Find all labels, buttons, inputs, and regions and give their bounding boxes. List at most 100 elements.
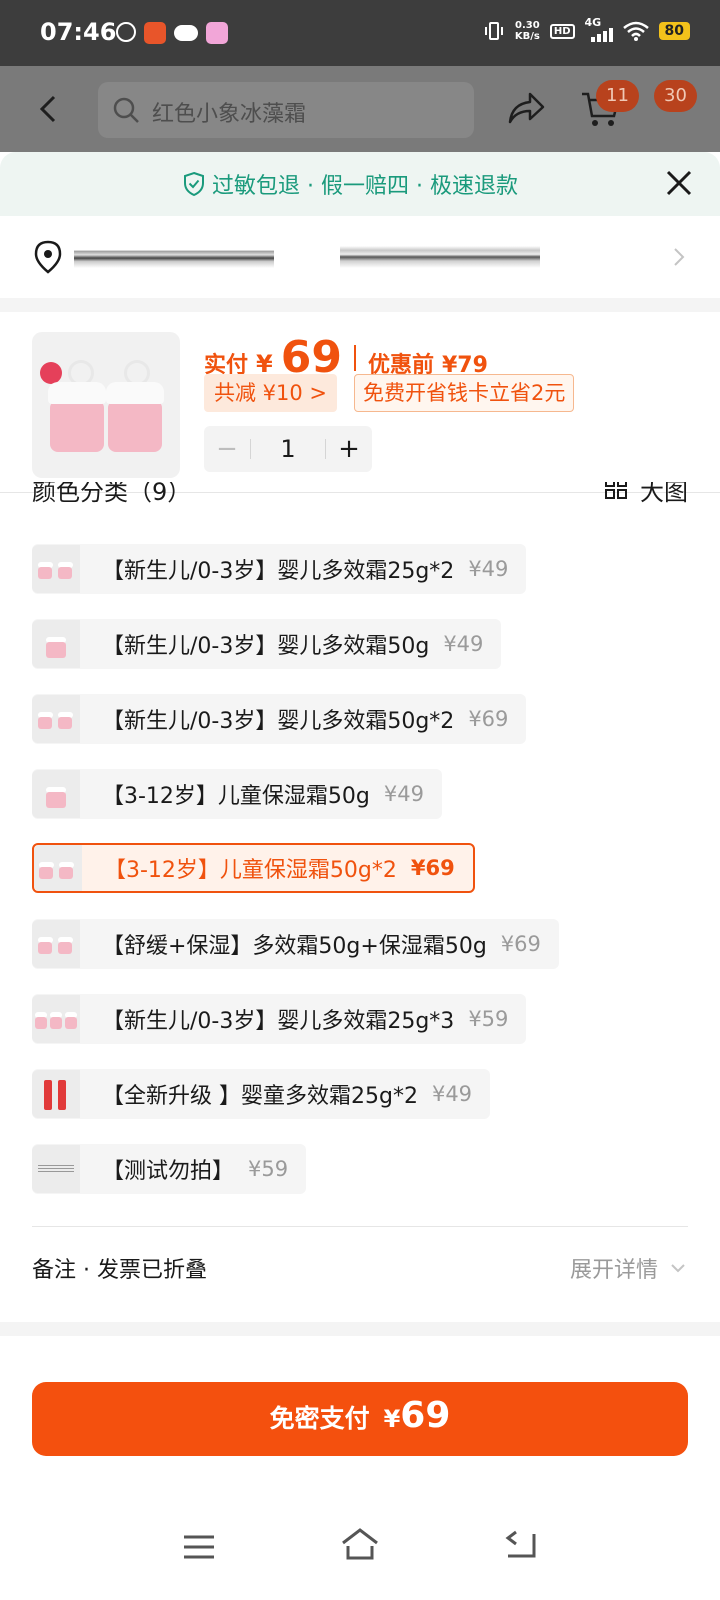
- variant-option[interactable]: 【新生儿/0-3岁】婴儿多效霜25g*3 ¥59: [32, 994, 527, 1044]
- variant-label: 【全新升级 】婴童多效霜25g*2: [102, 1084, 418, 1109]
- thumb-jar: [59, 867, 73, 879]
- search-input[interactable]: 红色小象冰藻霜: [98, 82, 474, 138]
- variant-option[interactable]: 【新生儿/0-3岁】婴儿多效霜50g ¥49: [32, 619, 502, 669]
- discount-chip[interactable]: 共减 ¥10 >: [204, 374, 338, 412]
- variant-price: ¥49: [431, 1082, 473, 1106]
- vibrate-icon: [484, 22, 503, 40]
- location-pin-icon: [34, 240, 62, 274]
- app-notification-icon: [206, 22, 228, 44]
- variant-option-selected[interactable]: 【3-12岁】儿童保湿霜50g*2 ¥69: [32, 843, 475, 893]
- home-icon[interactable]: [340, 1526, 380, 1562]
- variant-option[interactable]: 【新生儿/0-3岁】婴儿多效霜25g*2 ¥49: [32, 544, 527, 594]
- network-speed-unit: KB/s: [514, 31, 540, 42]
- chevron-down-icon: [671, 1264, 685, 1273]
- thumb-jar: [39, 867, 53, 879]
- variant-thumbnail: [32, 1145, 80, 1193]
- variant-price: ¥49: [468, 557, 509, 581]
- variant-option[interactable]: 【全新升级 】婴童多效霜25g*2 ¥49: [32, 1069, 491, 1119]
- thumb-tube: [58, 1080, 66, 1110]
- variant-label: 【测试勿拍】: [102, 1159, 235, 1184]
- variant-thumbnail: [32, 695, 80, 743]
- section-divider: [0, 298, 720, 312]
- thumb-jar: [35, 1017, 47, 1029]
- variant-label: 【3-12岁】儿童保湿霜50g*2: [104, 858, 397, 883]
- quantity-value[interactable]: 1: [251, 435, 325, 463]
- status-time: 07:46: [40, 18, 117, 46]
- shield-check-icon: [184, 171, 204, 197]
- cloud-icon: [174, 25, 198, 41]
- back-icon[interactable]: [504, 1528, 538, 1560]
- variant-price: ¥69: [500, 932, 541, 956]
- thumb-jar: [50, 1017, 62, 1029]
- thumb-jar: [46, 792, 66, 808]
- variant-price: ¥59: [248, 1157, 289, 1181]
- variant-label: 【舒缓+保湿】多效霜50g+保湿霜50g: [102, 934, 487, 959]
- battery-indicator: 80: [658, 22, 690, 40]
- share-icon[interactable]: [506, 90, 546, 126]
- app-notification-icon: [144, 22, 166, 44]
- order-sheet: 过敏包退 · 假一赔四 · 极速退款 实付 ¥ 69 优惠前 ¥79 共减 ¥1: [0, 152, 720, 1600]
- variant-label: 【新生儿/0-3岁】婴儿多效霜50g*2: [102, 709, 455, 734]
- close-icon[interactable]: [664, 168, 694, 198]
- search-text: 红色小象冰藻霜: [152, 102, 307, 127]
- variant-thumbnail: [32, 995, 80, 1043]
- variant-option[interactable]: 【舒缓+保湿】多效霜50g+保湿霜50g ¥69: [32, 919, 559, 969]
- variant-label: 【新生儿/0-3岁】婴儿多效霜25g*3: [102, 1009, 455, 1034]
- variant-option[interactable]: 【新生儿/0-3岁】婴儿多效霜50g*2 ¥69: [32, 694, 527, 744]
- guarantee-text: 过敏包退 · 假一赔四 · 极速退款: [212, 174, 518, 199]
- chevron-right-icon: [674, 248, 685, 266]
- variant-price: ¥49: [383, 782, 424, 806]
- signal-icon: 4G: [585, 16, 613, 42]
- status-notification-icons: [116, 22, 228, 44]
- guarantee-content: 过敏包退 · 假一赔四 · 极速退款: [182, 168, 518, 200]
- variant-price: ¥59: [468, 1007, 509, 1031]
- wifi-icon: [622, 21, 649, 41]
- increase-button[interactable]: +: [326, 434, 372, 464]
- guarantee-banner: 过敏包退 · 假一赔四 · 极速退款: [0, 152, 720, 216]
- note-divider: [32, 1226, 688, 1227]
- thumb-jar: [65, 1017, 77, 1029]
- variant-label: 【3-12岁】儿童保湿霜50g: [102, 784, 370, 809]
- note-label: 备注 · 发票已折叠: [32, 1258, 207, 1283]
- pay-button-label: 免密支付: [269, 1404, 370, 1433]
- expand-details-link[interactable]: 展开详情: [570, 1252, 658, 1284]
- footer-divider: [0, 1322, 720, 1336]
- variant-option[interactable]: 【测试勿拍】 ¥59: [32, 1144, 307, 1194]
- pay-button[interactable]: 免密支付 ¥ 69: [32, 1382, 688, 1456]
- big-view-label[interactable]: 大图: [640, 482, 688, 507]
- variant-thumbnail: [32, 920, 80, 968]
- jar: [50, 400, 104, 452]
- page-header-dimmed: 红色小象冰藻霜 11 30: [0, 66, 720, 152]
- variant-thumbnail: [32, 770, 80, 818]
- product-tag-icon: [40, 362, 62, 384]
- address-redacted: [340, 246, 540, 268]
- menu-icon[interactable]: [182, 1532, 216, 1562]
- product-image: [32, 332, 180, 478]
- thumb-jar: [58, 567, 72, 579]
- back-arrow-icon[interactable]: [34, 94, 64, 124]
- jar-lid: [48, 382, 106, 404]
- variant-header: 颜色分类（9） 大图: [32, 482, 688, 512]
- address-redacted: [74, 246, 274, 268]
- more-badge[interactable]: 30: [654, 80, 697, 112]
- decrease-button[interactable]: −: [204, 434, 250, 464]
- jar: [108, 400, 162, 452]
- thumb-text-placeholder: [38, 1165, 74, 1173]
- variant-price: ¥69: [468, 707, 509, 731]
- thumb-jar: [38, 567, 52, 579]
- cart-badge: 11: [596, 80, 639, 112]
- grid-view-icon[interactable]: [604, 482, 628, 500]
- variant-price: ¥49: [443, 632, 484, 656]
- thumb-tube: [44, 1080, 52, 1110]
- system-nav-bar: [0, 1504, 720, 1600]
- jar-lid: [106, 382, 164, 404]
- savings-card-chip[interactable]: 免费开省钱卡立省2元: [354, 374, 575, 412]
- thumb-jar: [46, 642, 66, 658]
- thumb-jar: [58, 942, 72, 954]
- variant-option[interactable]: 【3-12岁】儿童保湿霜50g ¥49: [32, 769, 442, 819]
- app-notification-icon: [116, 22, 136, 42]
- address-row[interactable]: [0, 216, 720, 298]
- note-invoice-row[interactable]: 备注 · 发票已折叠 展开详情: [32, 1248, 688, 1288]
- quantity-stepper: − 1 +: [204, 426, 372, 472]
- variant-thumbnail: [34, 845, 82, 891]
